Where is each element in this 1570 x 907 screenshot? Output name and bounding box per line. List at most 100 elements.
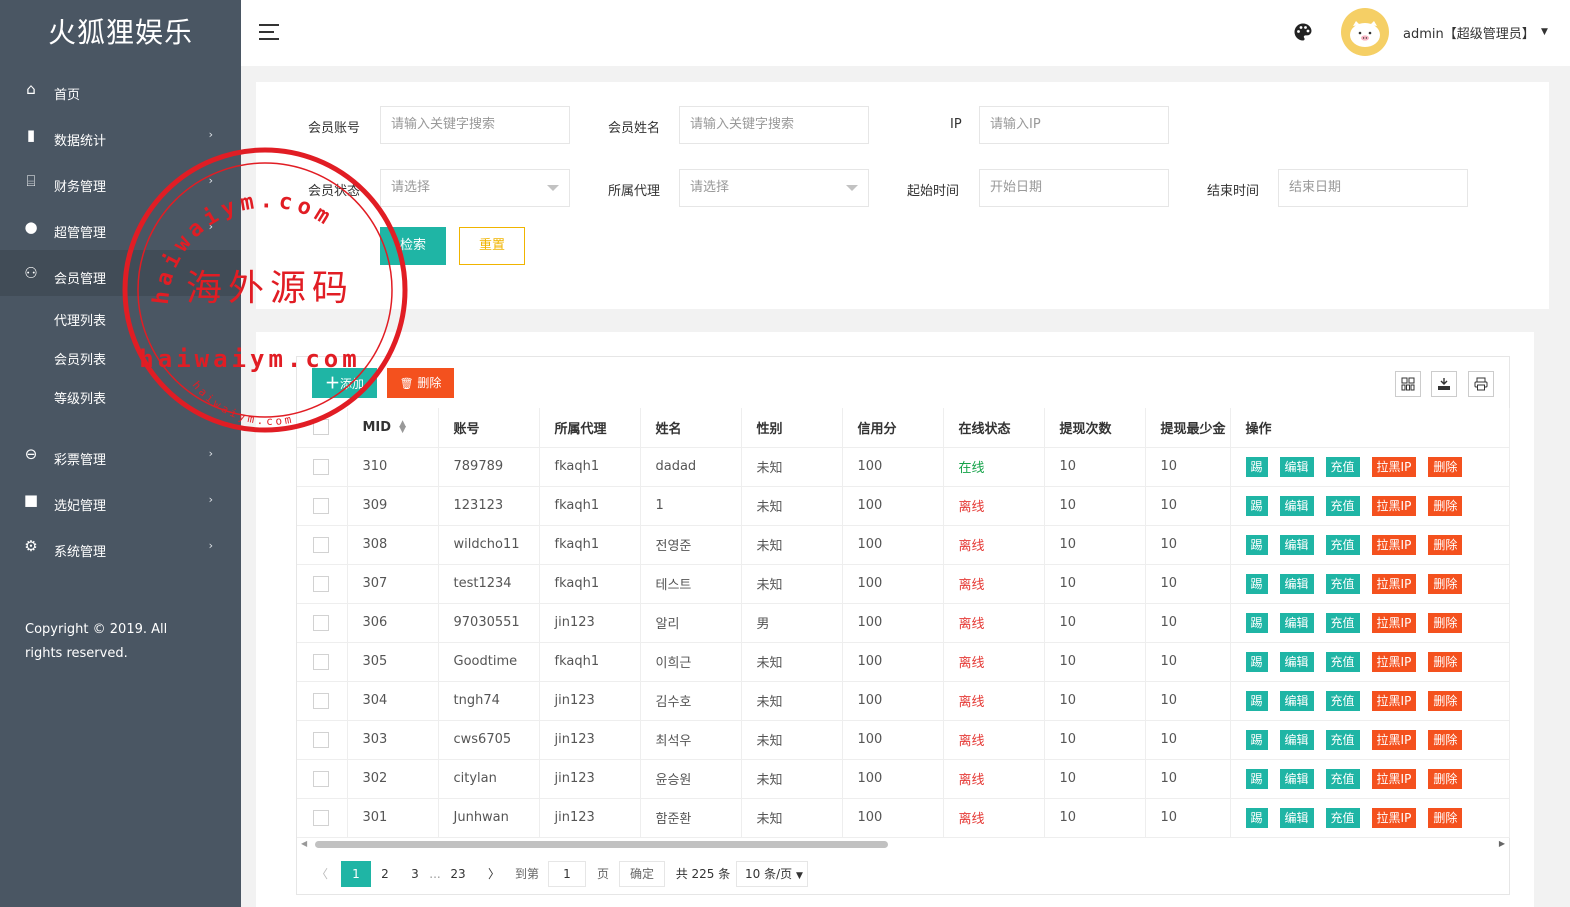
- page-size-select[interactable]: 10 条/页 ▼: [736, 861, 808, 887]
- edit-button[interactable]: 编辑: [1279, 651, 1314, 672]
- delete-button[interactable]: 删除: [1428, 573, 1463, 594]
- page-last[interactable]: 23: [447, 861, 469, 887]
- delete-button[interactable]: 删除: [1428, 729, 1463, 750]
- sidebar-item[interactable]: ● 超管管理 ›: [0, 204, 241, 250]
- sidebar-item[interactable]: ▮ 数据统计 ›: [0, 112, 241, 158]
- row-checkbox[interactable]: [313, 497, 329, 514]
- edit-button[interactable]: 编辑: [1279, 768, 1314, 789]
- horizontal-scrollbar[interactable]: ◀ ▶: [297, 837, 1509, 849]
- page-current[interactable]: 1: [341, 861, 371, 887]
- sidebar-subitem[interactable]: 等级列表: [0, 380, 241, 419]
- user-menu[interactable]: admin【超级管理员】: [1403, 23, 1535, 42]
- recharge-button[interactable]: 充值: [1325, 534, 1360, 555]
- delete-button[interactable]: 删除: [1428, 612, 1463, 633]
- sidebar-item[interactable]: ⌸ 财务管理 ›: [0, 158, 241, 204]
- block-ip-button[interactable]: 拉黑IP: [1371, 456, 1417, 477]
- sidebar-item[interactable]: ⚇ 会员管理: [0, 250, 241, 296]
- delete-button[interactable]: 删除: [1428, 651, 1463, 672]
- palette-icon[interactable]: [1293, 22, 1313, 42]
- scroll-left-icon[interactable]: ◀: [301, 839, 307, 848]
- delete-button[interactable]: 删除: [1428, 495, 1463, 516]
- block-ip-button[interactable]: 拉黑IP: [1371, 495, 1417, 516]
- delete-button[interactable]: 删除: [1428, 768, 1463, 789]
- export-icon[interactable]: [1431, 371, 1457, 397]
- kick-button[interactable]: 踢: [1245, 690, 1268, 711]
- page-link[interactable]: 2: [377, 861, 393, 887]
- recharge-button[interactable]: 充值: [1325, 768, 1360, 789]
- row-checkbox[interactable]: [313, 770, 329, 787]
- recharge-button[interactable]: 充值: [1325, 612, 1360, 633]
- prev-page-icon[interactable]: 〈: [315, 861, 329, 887]
- edit-button[interactable]: 编辑: [1279, 456, 1314, 477]
- page-link[interactable]: 3: [407, 861, 423, 887]
- batch-delete-button[interactable]: 🗑 删除: [387, 368, 454, 398]
- row-checkbox[interactable]: [313, 731, 329, 748]
- edit-button[interactable]: 编辑: [1279, 534, 1314, 555]
- row-checkbox[interactable]: [313, 458, 329, 475]
- avatar[interactable]: [1341, 8, 1389, 56]
- kick-button[interactable]: 踢: [1245, 612, 1268, 633]
- kick-button[interactable]: 踢: [1245, 807, 1268, 828]
- row-checkbox[interactable]: [313, 614, 329, 631]
- reset-button[interactable]: 重置: [459, 227, 525, 265]
- block-ip-button[interactable]: 拉黑IP: [1371, 729, 1417, 750]
- kick-button[interactable]: 踢: [1245, 495, 1268, 516]
- edit-button[interactable]: 编辑: [1279, 807, 1314, 828]
- print-icon[interactable]: [1468, 371, 1494, 397]
- kick-button[interactable]: 踢: [1245, 729, 1268, 750]
- caret-down-icon[interactable]: ▼: [1541, 27, 1548, 37]
- row-checkbox[interactable]: [313, 692, 329, 709]
- account-search-input[interactable]: 请输入关键字搜索: [380, 106, 570, 144]
- goto-confirm-button[interactable]: 确定: [619, 861, 665, 887]
- row-checkbox[interactable]: [313, 536, 329, 553]
- edit-button[interactable]: 编辑: [1279, 690, 1314, 711]
- kick-button[interactable]: 踢: [1245, 573, 1268, 594]
- start-date-input[interactable]: 开始日期: [979, 169, 1169, 207]
- kick-button[interactable]: 踢: [1245, 534, 1268, 555]
- kick-button[interactable]: 踢: [1245, 456, 1268, 477]
- block-ip-button[interactable]: 拉黑IP: [1371, 573, 1417, 594]
- next-page-icon[interactable]: 〉: [487, 861, 501, 887]
- block-ip-button[interactable]: 拉黑IP: [1371, 534, 1417, 555]
- edit-button[interactable]: 编辑: [1279, 495, 1314, 516]
- agent-select[interactable]: 请选择: [679, 169, 869, 207]
- sidebar-item[interactable]: ⚙ 系统管理 ›: [0, 523, 241, 569]
- recharge-button[interactable]: 充值: [1325, 456, 1360, 477]
- recharge-button[interactable]: 充值: [1325, 690, 1360, 711]
- delete-button[interactable]: 删除: [1428, 690, 1463, 711]
- column-header-mid[interactable]: MID ▲ ▼: [347, 408, 439, 448]
- recharge-button[interactable]: 充值: [1325, 495, 1360, 516]
- block-ip-button[interactable]: 拉黑IP: [1371, 612, 1417, 633]
- goto-page-input[interactable]: 1: [548, 861, 586, 887]
- block-ip-button[interactable]: 拉黑IP: [1371, 807, 1417, 828]
- sidebar-item[interactable]: ■ 选妃管理 ›: [0, 477, 241, 523]
- row-checkbox[interactable]: [313, 809, 329, 826]
- block-ip-button[interactable]: 拉黑IP: [1371, 651, 1417, 672]
- select-all-checkbox[interactable]: [313, 419, 329, 436]
- scroll-right-icon[interactable]: ▶: [1499, 839, 1505, 848]
- edit-button[interactable]: 编辑: [1279, 573, 1314, 594]
- edit-button[interactable]: 编辑: [1279, 729, 1314, 750]
- add-button[interactable]: ＋添加: [312, 368, 377, 398]
- app-logo[interactable]: 火狐狸娱乐: [0, 0, 241, 66]
- recharge-button[interactable]: 充值: [1325, 729, 1360, 750]
- ip-search-input[interactable]: 请输入IP: [979, 106, 1169, 144]
- sidebar-item[interactable]: ⌂ 首页: [0, 66, 241, 112]
- block-ip-button[interactable]: 拉黑IP: [1371, 768, 1417, 789]
- row-checkbox[interactable]: [313, 575, 329, 592]
- sort-icon[interactable]: ▲ ▼: [399, 420, 406, 435]
- sidebar-subitem[interactable]: 代理列表: [0, 302, 241, 341]
- sidebar-subitem[interactable]: 会员列表: [0, 341, 241, 380]
- end-date-input[interactable]: 结束日期: [1278, 169, 1468, 207]
- sidebar-item[interactable]: ⊖ 彩票管理 ›: [0, 431, 241, 477]
- name-search-input[interactable]: 请输入关键字搜索: [679, 106, 869, 144]
- edit-button[interactable]: 编辑: [1279, 612, 1314, 633]
- columns-filter-icon[interactable]: [1395, 371, 1421, 397]
- delete-button[interactable]: 删除: [1428, 456, 1463, 477]
- block-ip-button[interactable]: 拉黑IP: [1371, 690, 1417, 711]
- recharge-button[interactable]: 充值: [1325, 807, 1360, 828]
- scrollbar-thumb[interactable]: [315, 841, 888, 848]
- recharge-button[interactable]: 充值: [1325, 573, 1360, 594]
- kick-button[interactable]: 踢: [1245, 768, 1268, 789]
- recharge-button[interactable]: 充值: [1325, 651, 1360, 672]
